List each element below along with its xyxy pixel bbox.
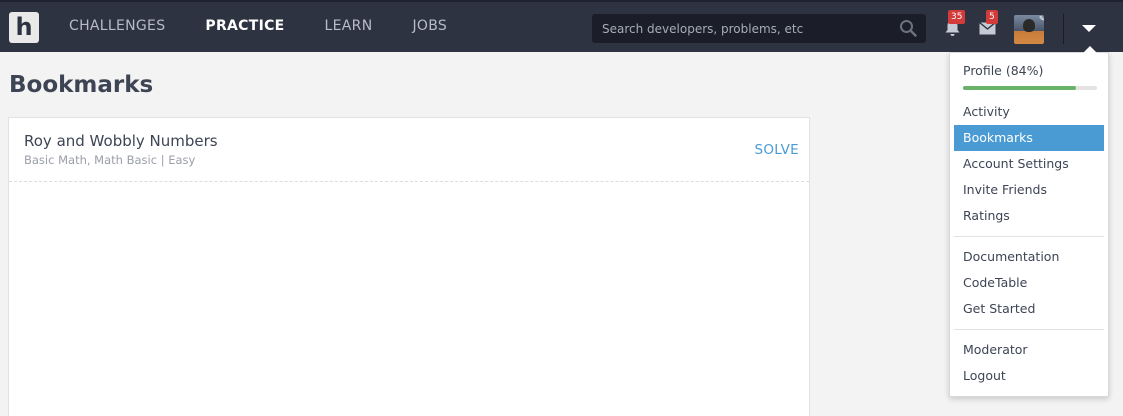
chevron-down-icon[interactable] — [1082, 25, 1096, 32]
bookmark-meta: Basic Math, Math Basic | Easy — [24, 153, 196, 167]
search-icon[interactable] — [899, 19, 917, 37]
solve-button[interactable]: SOLVE — [755, 142, 800, 158]
logo-letter-icon: h — [15, 12, 33, 41]
search-box — [592, 14, 926, 43]
menu-item-moderator[interactable]: Moderator — [954, 337, 1104, 363]
list-item: Roy and Wobbly Numbers Basic Math, Math … — [9, 118, 809, 182]
nav-learn[interactable]: LEARN — [325, 18, 373, 34]
menu-item-logout[interactable]: Logout — [954, 363, 1104, 389]
hackerrank-logo[interactable]: h — [9, 12, 39, 43]
search-input[interactable] — [592, 21, 892, 36]
menu-item-profile[interactable]: Profile (84%) — [954, 58, 1104, 84]
menu-divider — [954, 236, 1104, 237]
menu-item-bookmarks[interactable]: Bookmarks — [954, 125, 1104, 151]
nav-jobs[interactable]: JOBS — [412, 18, 447, 34]
menu-divider — [954, 329, 1104, 330]
message-count-badge: 5 — [986, 10, 998, 24]
navbar-divider — [1063, 14, 1064, 44]
nav-challenges[interactable]: CHALLENGES — [69, 18, 165, 34]
nav-practice[interactable]: PRACTICE — [205, 18, 284, 34]
bookmarks-panel: Roy and Wobbly Numbers Basic Math, Math … — [8, 117, 810, 416]
profile-progress-fill — [963, 86, 1076, 90]
notification-count-badge: 35 — [948, 10, 966, 24]
menu-item-codetable[interactable]: CodeTable — [954, 270, 1104, 296]
dropdown-pointer — [1083, 46, 1097, 53]
main-nav: CHALLENGES PRACTICE LEARN JOBS — [69, 18, 487, 34]
profile-progress-bar — [963, 86, 1097, 90]
menu-item-activity[interactable]: Activity — [954, 99, 1104, 125]
edit-avatar-icon[interactable]: ✎ — [1039, 15, 1045, 23]
bookmark-title[interactable]: Roy and Wobbly Numbers — [24, 132, 218, 150]
avatar-face — [1023, 19, 1035, 32]
menu-item-get-started[interactable]: Get Started — [954, 296, 1104, 322]
page-title: Bookmarks — [9, 72, 154, 98]
menu-item-invite-friends[interactable]: Invite Friends — [954, 177, 1104, 203]
menu-item-ratings[interactable]: Ratings — [954, 203, 1104, 229]
top-navbar: h CHALLENGES PRACTICE LEARN JOBS 35 5 ✎ — [0, 0, 1123, 52]
profile-dropdown-menu: Profile (84%) Activity Bookmarks Account… — [949, 46, 1109, 397]
menu-item-documentation[interactable]: Documentation — [954, 244, 1104, 270]
menu-item-account-settings[interactable]: Account Settings — [954, 151, 1104, 177]
